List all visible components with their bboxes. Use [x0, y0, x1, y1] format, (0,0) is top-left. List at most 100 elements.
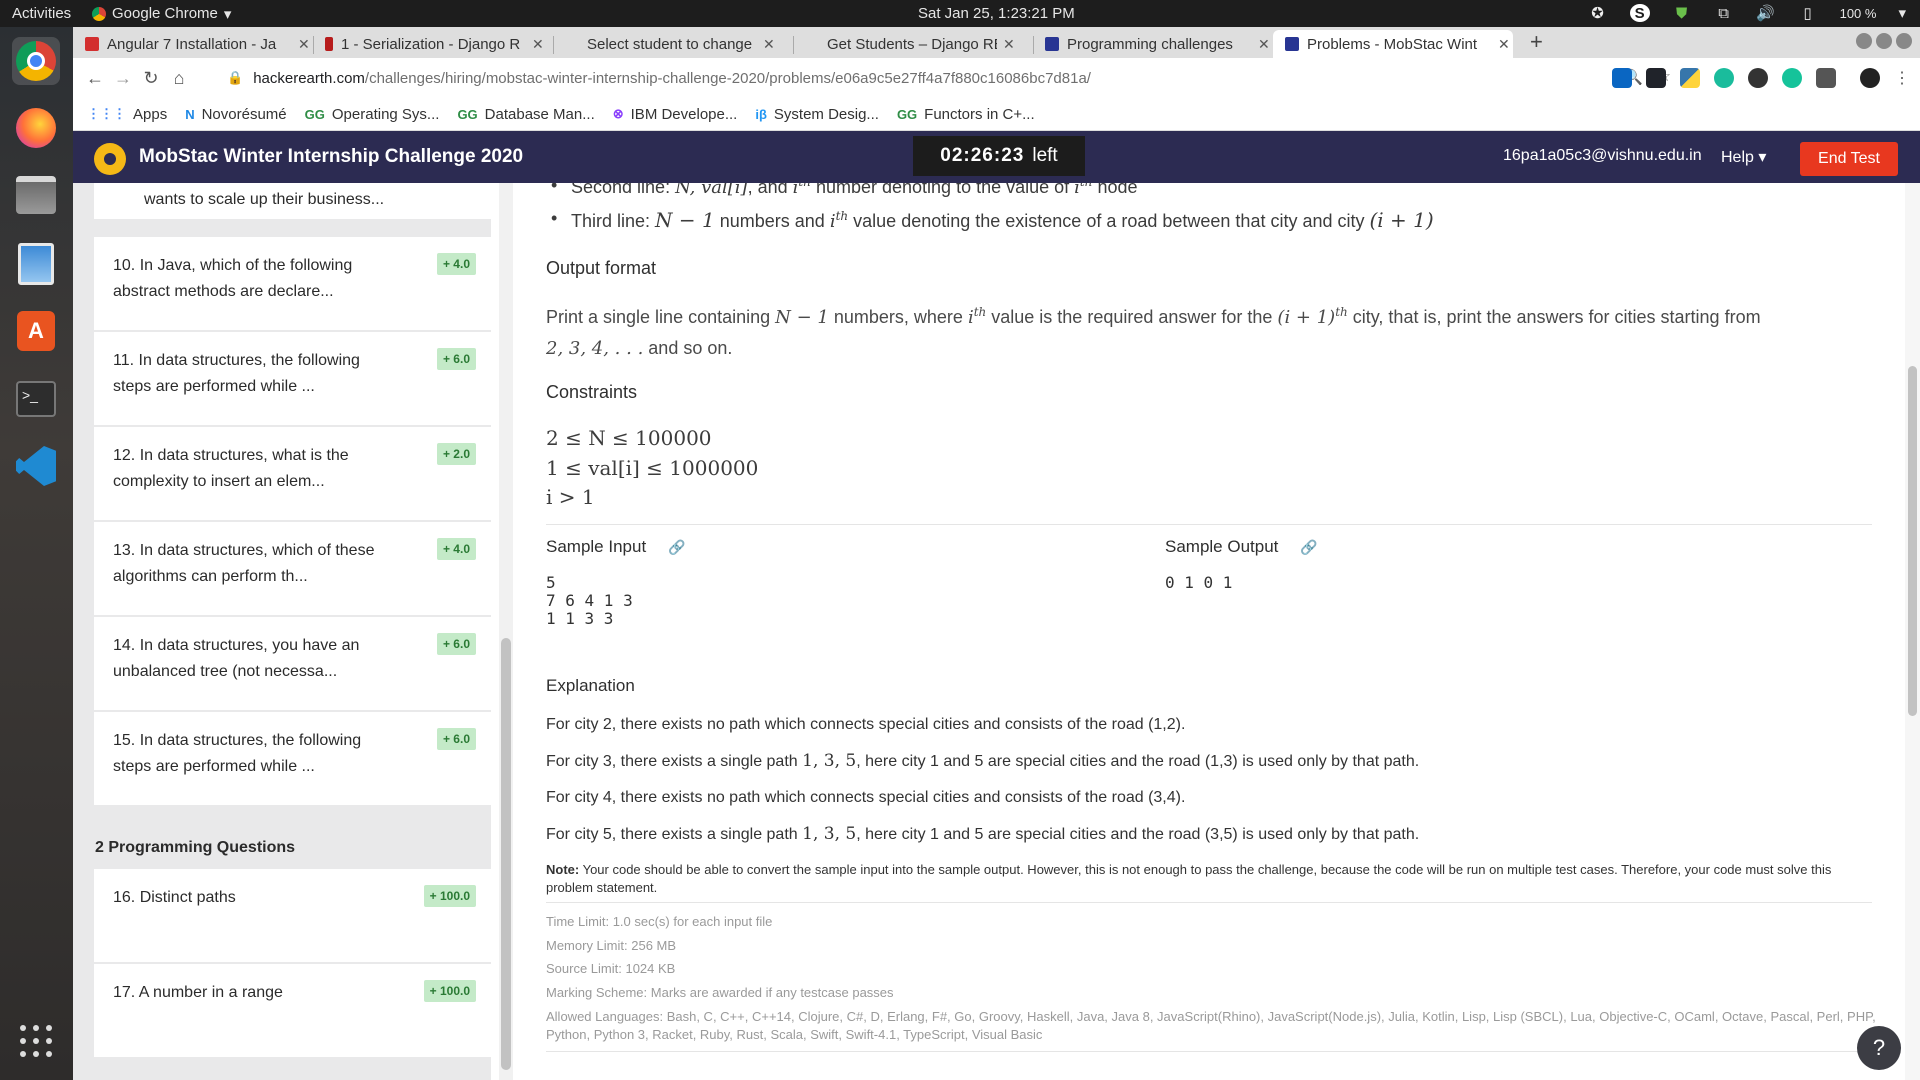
mobstac-logo-icon — [94, 143, 126, 175]
help-question-icon[interactable]: ? — [1857, 1026, 1901, 1070]
address-bar[interactable]: 🔒 hackerearth.com/challenges/hiring/mobs… — [213, 62, 1683, 94]
tab-favicon-icon — [85, 37, 99, 51]
close-icon[interactable]: ✕ — [1498, 36, 1510, 53]
tab-select-student[interactable]: Select student to change ✕ — [553, 30, 775, 58]
bookmark-functors[interactable]: GG Functors in C+... — [897, 106, 1035, 123]
app-menu-label: Google Chrome — [112, 5, 218, 22]
question-item[interactable]: 15. In data structures, the following st… — [94, 712, 491, 805]
maximize-icon[interactable] — [1876, 33, 1892, 49]
accessibility-icon[interactable]: ✪ — [1588, 4, 1608, 22]
geeksforgeeks-icon: GG — [896, 106, 918, 122]
page-scrollbar[interactable] — [1905, 183, 1920, 1080]
score-badge: + 6.0 — [436, 633, 476, 655]
files-icon[interactable] — [12, 171, 60, 219]
close-icon[interactable]: ✕ — [1003, 36, 1015, 53]
time-limit: Time Limit: 1.0 sec(s) for each input fi… — [546, 914, 773, 929]
minimize-icon[interactable] — [1856, 33, 1872, 49]
question-item[interactable]: 11. In data structures, the following st… — [94, 332, 491, 425]
url-domain: hackerearth.com — [253, 69, 365, 87]
bookmark-ibm-developer[interactable]: ⊗ IBM Develope... — [613, 106, 738, 123]
score-badge: + 2.0 — [436, 443, 476, 465]
chevron-down-icon[interactable]: ▾ — [1898, 4, 1906, 22]
question-item[interactable]: 14. In data structures, you have an unba… — [94, 617, 491, 710]
menu-icon[interactable]: ⋮ — [1894, 68, 1910, 88]
scrollbar-thumb[interactable] — [1908, 366, 1917, 716]
explanation-heading: Explanation — [546, 676, 635, 695]
tab-problems-mobstac[interactable]: Problems - MobStac Wint ✕ — [1273, 30, 1513, 58]
dock: A >_ — [0, 27, 73, 1080]
help-menu[interactable]: Help ▾ — [1721, 147, 1766, 167]
python-icon[interactable] — [1680, 68, 1700, 88]
profile-avatar[interactable] — [1860, 68, 1880, 88]
close-icon[interactable]: ✕ — [763, 36, 775, 53]
user-email[interactable]: 16pa1a05c3@vishnu.edu.in — [1503, 147, 1702, 165]
question-item[interactable]: 17. A number in a range + 100.0 — [94, 964, 491, 1057]
tab-get-students[interactable]: Get Students – Django RE ✕ — [793, 30, 1015, 58]
battery-icon[interactable]: ▯ — [1798, 4, 1818, 22]
tab-angular[interactable]: Angular 7 Installation - Ja ✕ — [73, 30, 310, 58]
forward-icon[interactable]: → — [111, 66, 135, 90]
timer-value: 02:26:23 — [940, 145, 1025, 166]
bookmark-novoresume[interactable]: N Novorésumé — [185, 106, 286, 123]
close-icon[interactable]: ✕ — [1258, 36, 1270, 53]
home-icon[interactable]: ⌂ — [167, 66, 191, 90]
show-apps-icon[interactable] — [12, 1017, 60, 1065]
reload-icon[interactable]: ↻ — [139, 66, 163, 90]
bookmark-apps[interactable]: ⋮⋮⋮ Apps — [87, 106, 167, 123]
terminal-icon[interactable]: >_ — [12, 375, 60, 423]
question-item[interactable]: 10. In Java, which of the following abst… — [94, 237, 491, 330]
software-center-icon[interactable]: A — [12, 307, 60, 355]
bookmarks-bar: ⋮⋮⋮ Apps N Novorésumé GG Operating Sys... G… — [73, 98, 1920, 131]
link-icon[interactable]: 🔗 — [668, 539, 685, 555]
back-icon[interactable]: ← — [83, 66, 107, 90]
input-second-line: • Second line: N, val[i], and ith number… — [551, 183, 1138, 198]
activities-button[interactable]: Activities — [0, 5, 92, 22]
question-item[interactable]: 16. Distinct paths + 100.0 — [94, 869, 491, 962]
shield-icon[interactable]: ⛊ — [1672, 4, 1692, 22]
geeksforgeeks-icon: GG — [304, 106, 325, 122]
score-badge: + 6.0 — [436, 348, 476, 370]
tab-serialization[interactable]: 1 - Serialization - Django R ✕ — [313, 30, 544, 58]
close-icon[interactable]: ✕ — [532, 36, 544, 53]
tab-programming-challenges[interactable]: Programming challenges ✕ — [1033, 30, 1270, 58]
timer-suffix: left — [1032, 145, 1058, 166]
bookmark-system-design[interactable]: iβ System Desig... — [755, 106, 879, 123]
question-item[interactable]: wants to scale up their business... — [94, 183, 491, 219]
chrome-launcher-icon[interactable] — [12, 37, 60, 85]
linkedin-icon[interactable] — [1612, 68, 1632, 88]
new-tab-button[interactable]: + — [1530, 29, 1543, 55]
score-badge: + 4.0 — [436, 538, 476, 560]
network-icon[interactable]: ⧉ — [1714, 4, 1734, 22]
vscode-icon[interactable] — [12, 442, 60, 490]
link-icon[interactable]: 🔗 — [1300, 539, 1317, 555]
sample-output-block: 0 1 0 1 — [1165, 573, 1233, 592]
question-list-scrollbar[interactable] — [499, 183, 513, 1080]
question-item[interactable]: 13. In data structures, which of these a… — [94, 522, 491, 615]
firefox-icon[interactable] — [12, 104, 60, 152]
extension-m-icon[interactable] — [1714, 68, 1734, 88]
clock[interactable]: Sat Jan 25, 1:23:21 PM — [918, 5, 1075, 22]
explanation-line-3: For city 4, there exists no path which c… — [546, 789, 1186, 806]
volume-icon[interactable]: 🔊 — [1756, 4, 1776, 22]
bookmark-database-man[interactable]: GG Database Man... — [457, 106, 594, 123]
chevron-down-icon: ▾ — [1758, 149, 1767, 166]
close-icon[interactable]: ✕ — [298, 36, 310, 53]
dark-mode-icon[interactable] — [1748, 68, 1768, 88]
sample-input-block: 5 7 6 4 1 3 1 1 3 3 — [546, 573, 633, 628]
skype-icon[interactable]: S — [1629, 4, 1650, 22]
bookmark-operating-sys[interactable]: GG Operating Sys... — [305, 106, 440, 123]
novoresume-icon: N — [185, 106, 195, 122]
lock-icon: 🔒 — [227, 70, 244, 85]
off-toggle-icon[interactable] — [1816, 68, 1836, 88]
end-test-button[interactable]: End Test — [1800, 142, 1898, 176]
react-devtools-icon[interactable] — [1646, 68, 1666, 88]
app-menu[interactable]: Google Chrome ▾ — [92, 5, 231, 23]
question-item[interactable]: 12. In data structures, what is the comp… — [94, 427, 491, 520]
score-badge: + 4.0 — [436, 253, 476, 275]
grammarly-icon[interactable] — [1782, 68, 1802, 88]
geeksforgeeks-icon: GG — [457, 106, 478, 122]
tab-favicon-icon — [325, 37, 333, 51]
scrollbar-thumb[interactable] — [501, 638, 511, 1070]
close-window-icon[interactable] — [1896, 33, 1912, 49]
image-viewer-icon[interactable] — [12, 240, 60, 288]
